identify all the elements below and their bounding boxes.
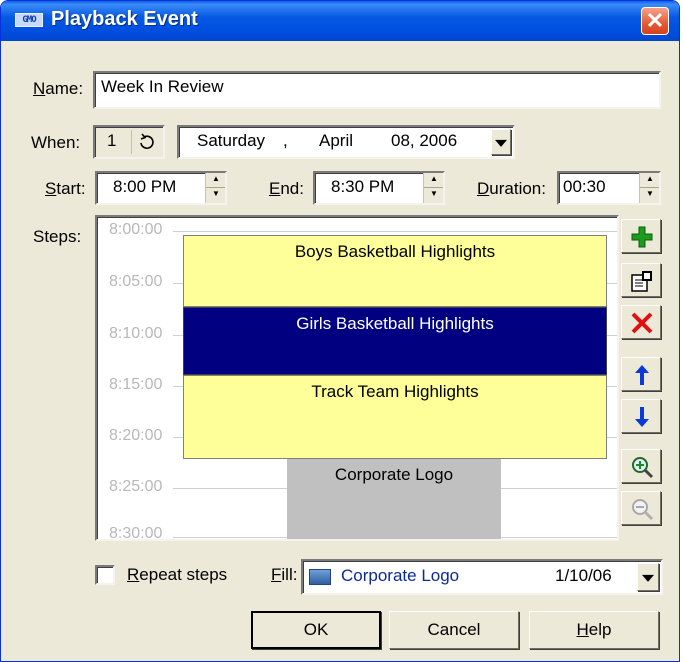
date-day-year: 08, 2006 <box>391 131 458 150</box>
step-title: Corporate Logo <box>334 465 454 484</box>
start-time-spinner[interactable]: ▲ ▼ <box>205 173 225 203</box>
step-title: Girls Basketball Highlights <box>296 314 494 333</box>
fill-thumbnail-icon <box>309 569 331 585</box>
tick-label: 8:30:00 <box>109 525 163 541</box>
properties-icon <box>631 271 652 292</box>
duration-label: Duration: <box>477 179 546 198</box>
end-time-value: 8:30 PM <box>331 177 395 196</box>
step-item[interactable]: Track Team Highlights <box>183 375 607 459</box>
fill-label: Fill: <box>271 565 298 584</box>
tick-line <box>173 231 617 232</box>
close-button[interactable]: ✕ <box>641 7 669 35</box>
cancel-button[interactable]: Cancel <box>389 611 519 649</box>
end-time-input[interactable]: 8:30 PM ▲ ▼ <box>313 171 445 205</box>
fill-dropdown-button[interactable] <box>637 563 659 591</box>
move-down-icon <box>635 407 649 427</box>
ok-button[interactable]: OK <box>251 611 381 649</box>
window-title: Playback Event <box>51 8 198 30</box>
spin-up-icon[interactable]: ▲ <box>424 173 443 188</box>
steps-timeline[interactable]: 8:00:00 8:05:00 8:10:00 8:15:00 8:20:00 … <box>95 215 619 541</box>
fill-select[interactable]: Corporate Logo 1/10/06 <box>301 559 663 595</box>
date-month: April <box>319 131 354 150</box>
end-time-spinner[interactable]: ▲ ▼ <box>423 173 443 203</box>
zoom-in-icon <box>632 457 654 479</box>
move-step-up-button[interactable] <box>621 357 661 391</box>
when-label: When: <box>31 133 81 152</box>
zoom-out-icon <box>632 499 654 521</box>
end-label: End: <box>269 179 304 198</box>
tick-label: 8:15:00 <box>109 376 163 393</box>
name-label: Name: <box>33 79 84 98</box>
playback-event-dialog: GMO Playback Event ✕ Name: Week In Revie… <box>0 0 680 662</box>
recurrence-icon[interactable] <box>131 130 161 154</box>
tick-label: 8:20:00 <box>109 427 163 444</box>
zoom-out-button[interactable] <box>621 491 661 525</box>
step-title: Track Team Highlights <box>311 382 479 401</box>
step-properties-button[interactable] <box>621 263 661 297</box>
delete-icon <box>631 312 653 334</box>
spin-down-icon[interactable]: ▼ <box>206 188 225 203</box>
add-step-button[interactable] <box>621 219 661 253</box>
fill-date: 1/10/06 <box>555 566 612 585</box>
move-up-icon <box>635 365 649 385</box>
name-input[interactable]: Week In Review <box>93 71 661 109</box>
delete-step-button[interactable] <box>621 305 661 339</box>
tick-label: 8:10:00 <box>109 325 163 342</box>
name-value: Week In Review <box>101 77 224 96</box>
add-icon <box>631 226 653 248</box>
repeat-steps-checkbox[interactable] <box>95 565 115 585</box>
title-bar[interactable]: GMO Playback Event ✕ <box>1 1 679 41</box>
tick-label: 8:00:00 <box>109 221 163 238</box>
recurrence-control[interactable]: 1 <box>93 125 165 159</box>
date-day: Saturday <box>197 131 266 150</box>
start-time-input[interactable]: 8:00 PM ▲ ▼ <box>95 171 227 205</box>
chevron-down-icon <box>642 574 654 582</box>
zoom-in-button[interactable] <box>621 449 661 483</box>
step-item-fill[interactable]: Corporate Logo <box>287 459 501 539</box>
chevron-down-icon <box>495 139 507 147</box>
repeat-steps-label[interactable]: Repeat steps <box>127 565 227 585</box>
date-picker[interactable]: Saturday , April 08, 2006 <box>177 125 515 159</box>
spin-up-icon[interactable]: ▲ <box>206 173 225 188</box>
step-item-selected[interactable]: Girls Basketball Highlights <box>183 307 607 375</box>
close-icon: ✕ <box>645 8 665 33</box>
date-dropdown-button[interactable] <box>491 129 511 155</box>
spin-down-icon[interactable]: ▼ <box>640 188 659 203</box>
spin-up-icon[interactable]: ▲ <box>640 173 659 188</box>
duration-input[interactable]: 00:30 ▲ ▼ <box>557 171 661 205</box>
tick-label: 8:05:00 <box>109 273 163 290</box>
move-step-down-button[interactable] <box>621 399 661 433</box>
help-button[interactable]: Help <box>529 611 659 649</box>
date-comma: , <box>283 131 288 150</box>
duration-value: 00:30 <box>563 177 606 196</box>
recurrence-count: 1 <box>107 131 117 150</box>
fill-name: Corporate Logo <box>341 566 460 585</box>
tick-label: 8:25:00 <box>109 478 163 495</box>
start-label: Start: <box>45 179 86 198</box>
step-item[interactable]: Boys Basketball Highlights <box>183 235 607 307</box>
app-icon: GMO <box>15 13 43 27</box>
step-title: Boys Basketball Highlights <box>294 242 496 261</box>
spin-down-icon[interactable]: ▼ <box>424 188 443 203</box>
start-time-value: 8:00 PM <box>113 177 177 196</box>
steps-label: Steps: <box>33 227 82 246</box>
duration-spinner[interactable]: ▲ ▼ <box>639 173 659 203</box>
